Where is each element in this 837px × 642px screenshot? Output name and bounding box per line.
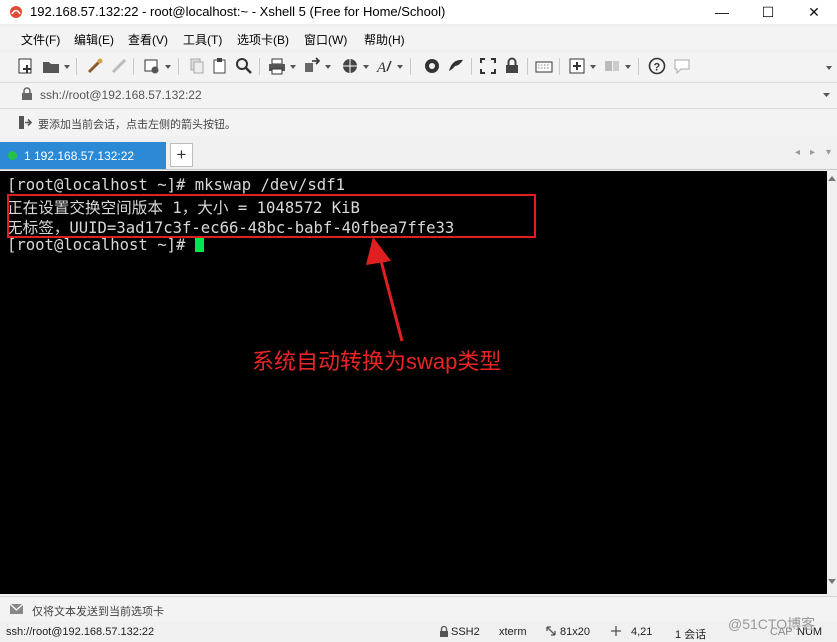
chevron-down-icon[interactable] bbox=[825, 64, 833, 72]
maximize-button[interactable]: ☐ bbox=[745, 0, 791, 24]
toolbar-divider bbox=[133, 58, 134, 75]
address-field[interactable]: ssh://root@192.168.57.132:22 bbox=[40, 88, 202, 102]
tab-label: 1 192.168.57.132:22 bbox=[24, 149, 135, 163]
transfer-icon[interactable] bbox=[303, 57, 321, 75]
tab-bar: 1 192.168.57.132:22 + ◂ ▸ ▾ bbox=[0, 140, 837, 170]
minimize-button[interactable]: — bbox=[699, 0, 745, 24]
status-connection: ssh://root@192.168.57.132:22 bbox=[6, 626, 155, 638]
copy-icon[interactable] bbox=[188, 57, 206, 75]
window-title: 192.168.57.132:22 - root@localhost:~ - X… bbox=[30, 4, 446, 19]
resize-icon bbox=[546, 626, 556, 636]
menu-file[interactable]: 文件(F) bbox=[21, 31, 60, 48]
chevron-down-icon[interactable] bbox=[290, 65, 296, 69]
menu-window[interactable]: 窗口(W) bbox=[304, 31, 347, 48]
menu-tools[interactable]: 工具(T) bbox=[183, 31, 222, 48]
compose-icon[interactable] bbox=[9, 602, 24, 616]
compose-bar[interactable]: 仅将文本发送到当前选项卡 bbox=[0, 596, 837, 622]
connected-status-icon bbox=[7, 150, 18, 161]
xftp-icon[interactable] bbox=[423, 57, 441, 75]
chevron-down-icon[interactable] bbox=[165, 65, 171, 69]
menu-tabs[interactable]: 选项卡(B) bbox=[237, 31, 289, 48]
disconnect-icon[interactable] bbox=[110, 57, 128, 75]
add-session-arrow-icon[interactable] bbox=[18, 115, 33, 130]
tab-session-1[interactable]: 1 192.168.57.132:22 bbox=[0, 142, 166, 169]
session-hint-bar: 要添加当前会话，点击左侧的箭头按钮。 bbox=[0, 109, 837, 136]
title-bar: 192.168.57.132:22 - root@localhost:~ - X… bbox=[0, 0, 837, 24]
menu-bar: 文件(F) 编辑(E) 查看(V) 工具(T) 选项卡(B) 窗口(W) 帮助(… bbox=[0, 27, 837, 49]
chevron-down-icon[interactable] bbox=[590, 65, 596, 69]
cursor-position-icon bbox=[611, 626, 621, 636]
toolbar-divider bbox=[178, 58, 179, 75]
toolbar-divider bbox=[471, 58, 472, 75]
menu-view[interactable]: 查看(V) bbox=[128, 31, 168, 48]
paste-icon[interactable] bbox=[211, 57, 229, 75]
open-folder-icon[interactable] bbox=[42, 57, 60, 75]
find-icon[interactable] bbox=[235, 57, 253, 75]
terminal-area[interactable]: [root@localhost ~]# mkswap /dev/sdf1 正在设… bbox=[0, 171, 827, 594]
xshell-logo-icon bbox=[10, 6, 22, 18]
font-icon[interactable]: A bbox=[375, 57, 393, 75]
new-tab-icon[interactable] bbox=[568, 57, 586, 75]
chevron-down-icon[interactable] bbox=[625, 65, 631, 69]
terminal-scrollbar[interactable] bbox=[827, 171, 837, 594]
status-size: 81x20 bbox=[560, 626, 590, 638]
compose-target-text: 仅将文本发送到当前选项卡 bbox=[32, 606, 164, 618]
globe-icon[interactable] bbox=[341, 57, 359, 75]
fullscreen-icon[interactable] bbox=[479, 57, 497, 75]
tab-scroll-left-icon[interactable]: ◂ bbox=[795, 147, 800, 158]
connect-icon[interactable] bbox=[86, 57, 104, 75]
toolbar-divider bbox=[76, 58, 77, 75]
tab-scroll-right-icon[interactable]: ▸ bbox=[810, 147, 815, 158]
lock-icon bbox=[21, 87, 33, 101]
session-hint-text: 要添加当前会话，点击左侧的箭头按钮。 bbox=[38, 119, 236, 131]
layout-icon[interactable] bbox=[603, 57, 621, 75]
help-icon[interactable]: ? bbox=[648, 57, 666, 75]
annotation-text: 系统自动转换为swap类型 bbox=[252, 349, 502, 374]
keyboard-icon[interactable] bbox=[535, 57, 553, 75]
annotation-arrow-icon bbox=[366, 237, 404, 342]
chevron-down-icon[interactable] bbox=[64, 65, 70, 69]
status-bar: ssh://root@192.168.57.132:22 SSH2 xterm … bbox=[0, 623, 837, 641]
toolbar-divider bbox=[638, 58, 639, 75]
scroll-up-icon[interactable] bbox=[828, 175, 836, 181]
chevron-down-icon[interactable] bbox=[822, 91, 831, 99]
properties-icon[interactable] bbox=[143, 57, 161, 75]
status-cursor-position: 4,21 bbox=[631, 626, 653, 638]
chevron-down-icon[interactable] bbox=[397, 65, 403, 69]
toolbar-divider bbox=[527, 58, 528, 75]
new-session-icon[interactable] bbox=[17, 57, 35, 75]
toolbar-divider bbox=[559, 58, 560, 75]
xagent-icon[interactable] bbox=[447, 57, 465, 75]
svg-text:A: A bbox=[376, 60, 387, 75]
print-icon[interactable] bbox=[268, 57, 286, 75]
menu-help[interactable]: 帮助(H) bbox=[364, 31, 405, 48]
status-protocol: SSH2 bbox=[451, 626, 480, 638]
toolbar-divider bbox=[410, 58, 411, 75]
chevron-down-icon[interactable] bbox=[363, 65, 369, 69]
status-terminal-type: xterm bbox=[499, 626, 527, 638]
toolbar-divider bbox=[259, 58, 260, 75]
tab-list-icon[interactable]: ▾ bbox=[826, 147, 831, 158]
chevron-down-icon[interactable] bbox=[325, 65, 331, 69]
scroll-down-icon[interactable] bbox=[828, 579, 836, 585]
lock-icon bbox=[439, 626, 449, 637]
add-tab-button[interactable]: + bbox=[170, 143, 193, 167]
svg-text:?: ? bbox=[654, 62, 661, 74]
lock-icon[interactable] bbox=[503, 57, 521, 75]
address-bar[interactable]: ssh://root@192.168.57.132:22 bbox=[0, 82, 837, 109]
chat-icon[interactable] bbox=[673, 57, 691, 75]
watermark: @51CTO博客 bbox=[728, 616, 816, 632]
toolbar: A ? bbox=[0, 52, 837, 80]
menu-edit[interactable]: 编辑(E) bbox=[74, 31, 114, 48]
close-button[interactable]: ✕ bbox=[791, 0, 837, 24]
